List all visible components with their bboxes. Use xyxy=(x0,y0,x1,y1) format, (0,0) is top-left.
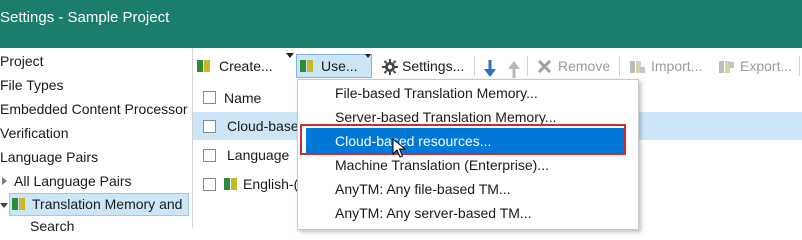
column-header-name[interactable]: Name xyxy=(224,84,261,112)
remove-button[interactable]: Remove xyxy=(536,54,616,78)
toolbar-separator xyxy=(619,56,620,76)
tree-item-label: Search xyxy=(30,218,75,233)
row-checkbox[interactable] xyxy=(203,120,216,133)
import-icon xyxy=(630,61,645,73)
gear-icon xyxy=(382,59,398,75)
use-button[interactable]: Use... xyxy=(296,54,372,78)
mouse-cursor-icon xyxy=(392,138,406,158)
collapse-icon[interactable] xyxy=(0,203,8,208)
tree-item-label: Project xyxy=(0,53,44,69)
menu-item-label: AnyTM: Any file-based TM... xyxy=(335,181,511,197)
menu-item-label: File-based Translation Memory... xyxy=(335,85,538,101)
import-button[interactable]: Import... xyxy=(627,54,713,78)
row-name: Cloud-base xyxy=(227,118,299,134)
export-button[interactable]: Export... xyxy=(716,54,796,78)
move-up-icon[interactable] xyxy=(508,60,520,78)
title-bar: Settings - Sample Project xyxy=(0,0,802,36)
tree-item-embedded-content-processor[interactable]: Embedded Content Processor xyxy=(0,98,188,120)
settings-button[interactable]: Settings... xyxy=(380,54,468,78)
settings-button-label: Settings... xyxy=(402,58,465,74)
import-button-label: Import... xyxy=(651,58,703,74)
tree-item-label: File Types xyxy=(0,77,64,93)
export-button-label: Export... xyxy=(740,58,793,74)
window-title: Settings - Sample Project xyxy=(0,9,170,26)
chevron-down-icon[interactable] xyxy=(365,54,371,58)
chevron-down-icon[interactable] xyxy=(286,53,294,58)
row-name: English-( xyxy=(243,176,299,192)
tree-item-label: Embedded Content Processor xyxy=(0,101,188,117)
tree-item-translation-memory[interactable]: Translation Memory and xyxy=(9,193,189,216)
translation-memory-icon xyxy=(12,197,26,211)
toolbar-separator xyxy=(527,56,528,76)
tree-item-language-pairs[interactable]: Language Pairs xyxy=(0,146,98,168)
toolbar: Create... Use... Settings... Remove Impo… xyxy=(193,52,802,80)
tree-item-label: Verification xyxy=(0,125,69,141)
settings-tree: Project File Types Embedded Content Proc… xyxy=(0,48,193,233)
tree-item-label: Language Pairs xyxy=(0,149,99,165)
export-icon xyxy=(719,61,734,73)
menu-item-anytm-server-based[interactable]: AnyTM: Any server-based TM... xyxy=(298,200,638,226)
tree-item-label: Translation Memory and xyxy=(32,196,183,212)
highlight-callout-frame xyxy=(300,124,626,155)
row-checkbox[interactable] xyxy=(203,178,216,191)
menu-item-machine-translation[interactable]: Machine Translation (Enterprise)... xyxy=(298,152,638,178)
row-name: Language xyxy=(227,147,290,163)
move-down-icon[interactable] xyxy=(484,60,496,78)
title-bar-strip xyxy=(0,36,802,48)
menu-item-label: Machine Translation (Enterprise)... xyxy=(335,157,549,173)
select-all-checkbox[interactable] xyxy=(203,91,216,104)
menu-item-anytm-file-based[interactable]: AnyTM: Any file-based TM... xyxy=(298,176,638,202)
toolbar-separator xyxy=(474,56,475,76)
toolbar-separator xyxy=(799,56,800,76)
translation-memory-icon xyxy=(224,177,238,191)
expand-icon[interactable] xyxy=(2,177,7,185)
menu-item-file-based-tm[interactable]: File-based Translation Memory... xyxy=(298,80,638,106)
create-button-label: Create... xyxy=(219,58,273,74)
tree-item-all-language-pairs[interactable]: All Language Pairs xyxy=(0,170,190,192)
translation-memory-icon xyxy=(197,59,211,73)
tree-item-label: All Language Pairs xyxy=(14,173,132,189)
row-checkbox[interactable] xyxy=(203,149,216,162)
menu-item-label: AnyTM: Any server-based TM... xyxy=(335,205,532,221)
remove-button-label: Remove xyxy=(558,58,611,74)
tree-item-project[interactable]: Project xyxy=(0,50,44,72)
tree-item-verification[interactable]: Verification xyxy=(0,122,68,144)
remove-icon xyxy=(538,60,551,73)
translation-memory-icon xyxy=(300,59,314,73)
tree-item-file-types[interactable]: File Types xyxy=(0,74,64,96)
use-button-label: Use... xyxy=(321,58,358,74)
tree-item-search[interactable]: Search xyxy=(30,217,74,233)
create-button[interactable]: Create... xyxy=(195,53,294,78)
